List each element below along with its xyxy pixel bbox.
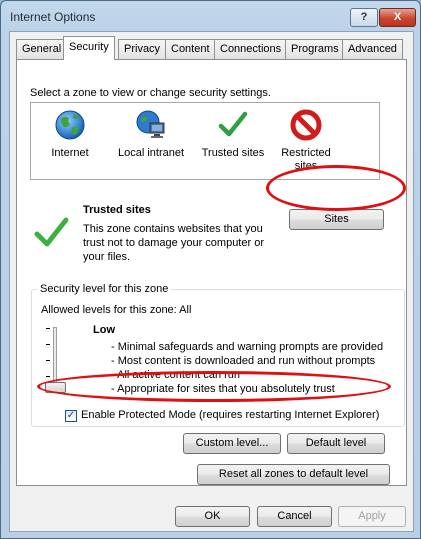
allowed-levels-text: Allowed levels for this zone: All xyxy=(41,304,192,316)
zone-restricted-sites[interactable]: Restricted sites xyxy=(275,109,337,173)
checkmark-icon xyxy=(218,111,248,137)
zone-description: This zone contains websites that you tru… xyxy=(83,223,264,263)
zone-label: Trusted sites xyxy=(199,147,267,160)
slider-tick xyxy=(46,344,50,345)
apply-button[interactable]: Apply xyxy=(338,506,406,527)
protected-mode-label[interactable]: Enable Protected Mode (requires restarti… xyxy=(81,409,379,421)
zone-local-intranet[interactable]: Local intranet xyxy=(113,109,189,160)
close-button[interactable]: X xyxy=(379,8,416,27)
security-tab-page: Select a zone to view or change security… xyxy=(16,59,407,486)
dialog-body: General Security Privacy Content Connect… xyxy=(9,31,414,532)
security-level-group-title: Security level for this zone xyxy=(37,283,172,295)
zone-label: Restricted sites xyxy=(281,147,331,172)
zone-trusted-sites[interactable]: Trusted sites xyxy=(199,109,267,160)
custom-level-button[interactable]: Custom level... xyxy=(183,433,281,454)
zone-label: Internet xyxy=(51,147,89,159)
restricted-icon xyxy=(290,109,322,141)
slider-tick xyxy=(46,328,50,329)
default-level-button[interactable]: Default level xyxy=(287,433,385,454)
slider-tick xyxy=(46,376,50,377)
reset-all-zones-button[interactable]: Reset all zones to default level xyxy=(197,464,390,485)
tab-advanced[interactable]: Advanced xyxy=(342,39,403,59)
level-bullet: - Minimal safeguards and warning prompts… xyxy=(111,341,384,353)
zone-title: Trusted sites xyxy=(83,204,151,216)
tab-privacy[interactable]: Privacy xyxy=(118,39,167,59)
tab-connections[interactable]: Connections xyxy=(214,39,288,59)
level-bullet: - Appropriate for sites that you absolut… xyxy=(111,383,335,395)
ok-button[interactable]: OK xyxy=(175,506,250,527)
zone-list: Internet Local intranet Trusted sites Re… xyxy=(30,102,380,180)
window-title: Internet Options xyxy=(10,10,96,24)
tab-programs[interactable]: Programs xyxy=(285,39,345,59)
level-bullet: - All active content can run xyxy=(111,369,241,381)
protected-mode-checkbox[interactable]: ✓ xyxy=(65,410,77,422)
help-button[interactable]: ? xyxy=(350,8,378,27)
slider-thumb[interactable] xyxy=(45,382,66,393)
internet-options-window: Internet Options ? X General Security Pr… xyxy=(0,0,421,539)
tab-security[interactable]: Security xyxy=(63,36,115,60)
trusted-sites-checkmark-icon xyxy=(34,217,69,247)
tab-content[interactable]: Content xyxy=(165,39,216,59)
zone-label: Local intranet xyxy=(117,147,185,159)
level-name: Low xyxy=(93,324,115,336)
sites-button[interactable]: Sites xyxy=(289,209,384,230)
title-bar[interactable]: Internet Options ? X xyxy=(1,1,420,31)
tab-general[interactable]: General xyxy=(16,39,68,59)
zone-internet[interactable]: Internet xyxy=(35,109,105,160)
intranet-icon xyxy=(136,110,165,138)
cancel-button[interactable]: Cancel xyxy=(257,506,332,527)
globe-icon xyxy=(55,110,85,140)
zone-prompt: Select a zone to view or change security… xyxy=(30,87,271,99)
level-bullet: - Most content is downloaded and run wit… xyxy=(111,355,376,367)
slider-tick xyxy=(46,360,50,361)
